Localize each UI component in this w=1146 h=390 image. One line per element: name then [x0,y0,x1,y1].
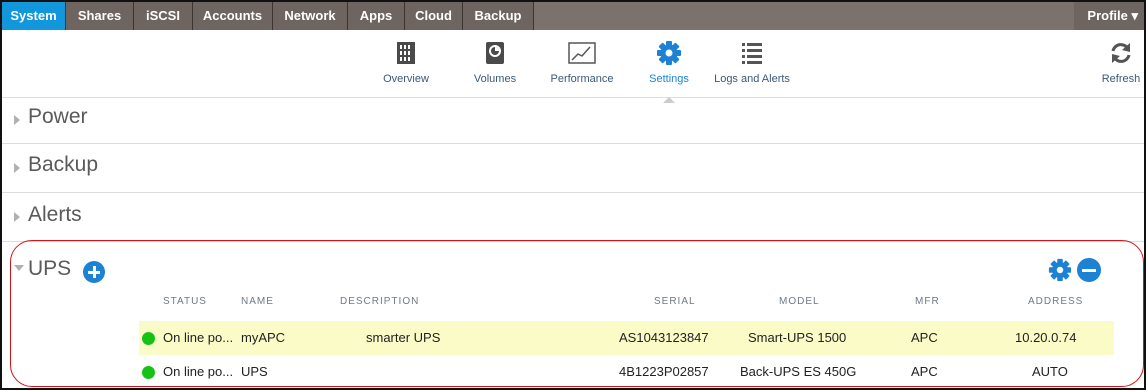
top-nav: System Shares iSCSI Accounts Network App… [2,2,1144,30]
expand-arrow-icon [14,163,20,173]
section-ups-title[interactable]: UPS [28,257,71,281]
toolbar-logs-alerts[interactable]: Logs and Alerts [712,38,792,85]
cell-model: Back-UPS ES 450G [740,364,857,379]
section-backup[interactable]: Backup [2,144,1144,193]
cell-mfr: APC [911,364,938,379]
add-ups-button[interactable] [83,261,105,283]
toolbar-volumes-label: Volumes [473,73,517,85]
toolbar-overview-label: Overview [383,73,429,85]
collapse-arrow-icon[interactable] [14,265,24,271]
toolbar-performance[interactable]: Performance [547,38,617,85]
section-alerts[interactable]: Alerts [2,193,1144,242]
toolbar-logs-alerts-label: Logs and Alerts [714,73,790,85]
section-alerts-title: Alerts [28,203,82,226]
cell-mfr: APC [911,330,938,345]
column-header-address[interactable]: ADDRESS [1028,296,1083,307]
tab-system[interactable]: System [2,2,66,30]
toolbar-volumes[interactable]: Volumes [472,38,518,85]
status-online-icon [142,332,155,345]
cell-serial: AS1043123847 [619,330,709,345]
tab-accounts[interactable]: Accounts [193,2,273,30]
profile-menu[interactable]: Profile ▾ [1074,2,1144,30]
table-row[interactable]: On line po... myAPC smarter UPS AS104312… [139,321,1114,355]
cell-name: myAPC [241,330,286,345]
tab-shares[interactable]: Shares [66,2,134,30]
refresh-icon [1100,38,1142,68]
toolbar-performance-label: Performance [550,73,614,85]
cell-serial: 4B1223P02857 [619,364,709,379]
cell-address: 10.20.0.74 [1015,330,1077,345]
column-header-serial[interactable]: SERIAL [654,296,696,307]
toolbar-settings[interactable]: Settings [646,38,692,103]
tab-backup[interactable]: Backup [463,2,534,30]
status-online-icon [142,366,155,379]
cell-status: On line po... [163,330,234,345]
settings-toolbar: Overview Volumes Performance Settings Lo… [2,30,1144,103]
cell-status: On line po... [163,364,234,379]
column-header-status[interactable]: STATUS [163,296,207,307]
overview-icon [383,38,429,68]
cell-model: Smart-UPS 1500 [748,330,847,345]
section-power[interactable]: Power [2,98,1144,144]
toolbar-overview[interactable]: Overview [383,38,429,85]
logs-list-icon [712,38,792,68]
section-power-title: Power [28,105,88,128]
tab-iscsi[interactable]: iSCSI [134,2,193,30]
tab-network[interactable]: Network [273,2,348,30]
cell-name: UPS [241,364,268,379]
cell-description: smarter UPS [366,330,441,345]
nav-filler [534,2,1074,30]
refresh-label: Refresh [1101,73,1141,85]
column-header-name[interactable]: NAME [241,296,274,307]
tab-apps[interactable]: Apps [348,2,405,30]
tab-cloud[interactable]: Cloud [405,2,463,30]
app-frame: System Shares iSCSI Accounts Network App… [0,0,1146,390]
ups-settings-button[interactable] [1048,258,1072,282]
table-row[interactable]: On line po... UPS 4B1223P02857 Back-UPS … [139,355,1114,388]
expand-arrow-icon [14,115,20,125]
volumes-icon [472,38,518,68]
column-header-model[interactable]: MODEL [779,296,820,307]
refresh-button[interactable]: Refresh [1100,38,1142,85]
expand-arrow-icon [14,212,20,222]
settings-gear-icon [646,38,692,68]
cell-address: AUTO [1032,364,1068,379]
toolbar-settings-label: Settings [649,73,689,85]
gear-icon [1048,258,1072,282]
performance-icon [547,38,617,68]
column-header-mfr[interactable]: MFR [915,296,940,307]
section-backup-title: Backup [28,153,99,176]
column-header-description[interactable]: DESCRIPTION [340,296,419,307]
remove-ups-button[interactable] [1077,258,1101,282]
